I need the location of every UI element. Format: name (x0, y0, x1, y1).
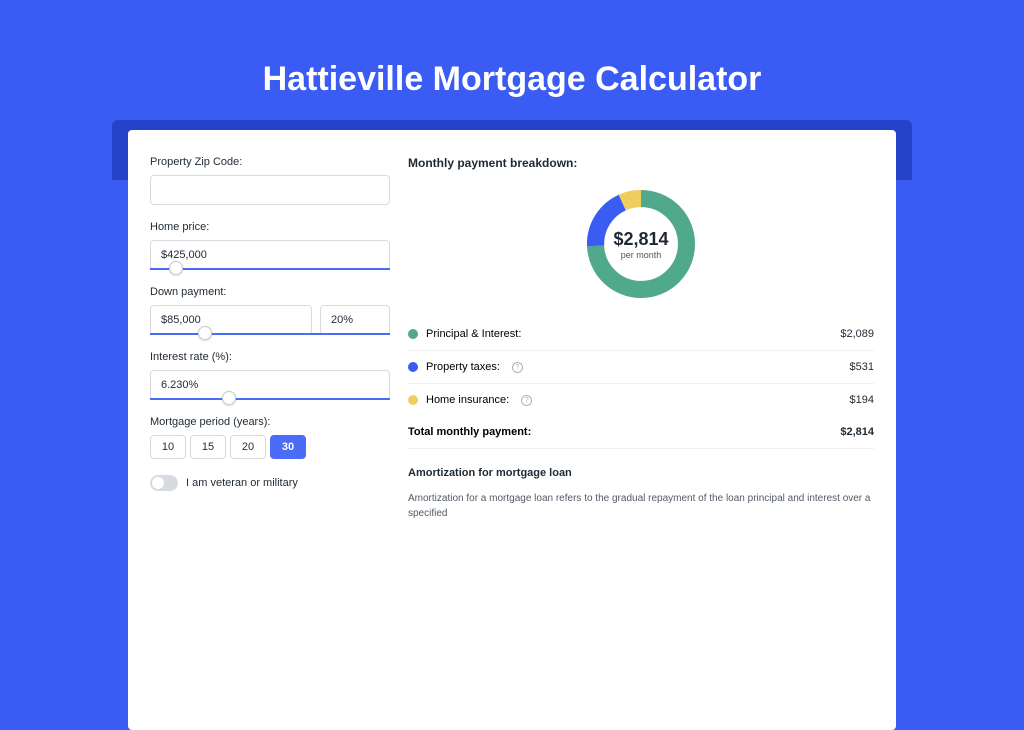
donut-chart-wrap: $2,814 per month (408, 176, 874, 318)
veteran-label: I am veteran or military (186, 477, 298, 489)
home-price-slider[interactable] (150, 268, 390, 270)
period-btn-30[interactable]: 30 (270, 435, 306, 459)
breakdown-title: Monthly payment breakdown: (408, 156, 874, 170)
home-price-label: Home price: (150, 221, 390, 233)
veteran-toggle-row: I am veteran or military (150, 475, 390, 491)
field-period: Mortgage period (years): 10152030 (150, 416, 390, 459)
legend-dot (408, 362, 418, 372)
legend-row: Property taxes:? $531 (408, 351, 874, 384)
period-label: Mortgage period (years): (150, 416, 390, 428)
legend-row: Principal & Interest: $2,089 (408, 318, 874, 351)
interest-rate-label: Interest rate (%): (150, 351, 390, 363)
down-payment-label: Down payment: (150, 286, 390, 298)
legend-dot (408, 395, 418, 405)
legend-label: Principal & Interest: (426, 328, 521, 340)
field-home-price: Home price: (150, 221, 390, 270)
down-payment-pct-input[interactable] (320, 305, 390, 335)
total-row: Total monthly payment: $2,814 (408, 416, 874, 449)
veteran-toggle[interactable] (150, 475, 178, 491)
interest-rate-input[interactable] (150, 370, 390, 400)
donut-value: $2,814 (613, 229, 668, 250)
donut-sub: per month (621, 250, 662, 260)
donut-chart: $2,814 per month (581, 184, 701, 304)
interest-rate-slider[interactable] (150, 398, 390, 400)
period-btn-20[interactable]: 20 (230, 435, 266, 459)
legend-value: $2,089 (840, 328, 874, 340)
down-payment-amount-input[interactable] (150, 305, 312, 335)
legend-dot (408, 329, 418, 339)
legend-label: Property taxes: (426, 361, 500, 373)
legend-list: Principal & Interest: $2,089 Property taxe… (408, 318, 874, 416)
legend-value: $194 (850, 394, 874, 406)
info-icon[interactable]: ? (521, 395, 532, 406)
total-label: Total monthly payment: (408, 426, 531, 438)
field-zip: Property Zip Code: (150, 156, 390, 205)
period-options: 10152030 (150, 435, 390, 459)
breakdown-column: Monthly payment breakdown: $2,814 per mo… (408, 156, 874, 704)
field-down-payment: Down payment: (150, 286, 390, 335)
amort-text: Amortization for a mortgage loan refers … (408, 491, 874, 521)
total-value: $2,814 (840, 426, 874, 438)
down-payment-slider[interactable] (150, 333, 390, 335)
donut-center: $2,814 per month (581, 184, 701, 304)
field-interest-rate: Interest rate (%): (150, 351, 390, 400)
home-price-input[interactable] (150, 240, 390, 270)
legend-row: Home insurance:? $194 (408, 384, 874, 416)
legend-label: Home insurance: (426, 394, 509, 406)
period-btn-15[interactable]: 15 (190, 435, 226, 459)
legend-value: $531 (850, 361, 874, 373)
info-icon[interactable]: ? (512, 362, 523, 373)
amort-title: Amortization for mortgage loan (408, 467, 874, 479)
period-btn-10[interactable]: 10 (150, 435, 186, 459)
page-title: Hattieville Mortgage Calculator (0, 0, 1024, 127)
zip-label: Property Zip Code: (150, 156, 390, 168)
form-column: Property Zip Code: Home price: Down paym… (150, 156, 390, 704)
calculator-panel: Property Zip Code: Home price: Down paym… (128, 130, 896, 730)
zip-input[interactable] (150, 175, 390, 205)
